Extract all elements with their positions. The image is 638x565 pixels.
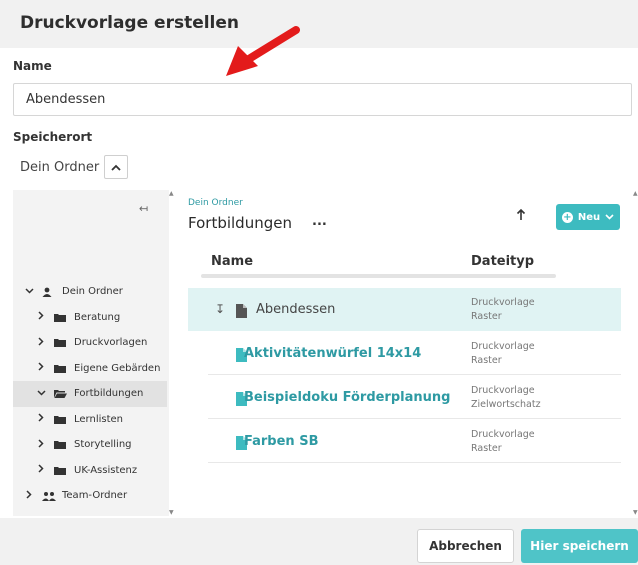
chevron-right-icon[interactable] [36,337,46,349]
breadcrumb[interactable]: Dein Ordner [188,198,243,208]
tree-scrollbar[interactable]: ▲ ▼ [169,190,175,516]
tree-item-label: Beratung [74,311,121,323]
chevron-right-icon[interactable] [24,490,34,502]
scroll-down-icon[interactable]: ▼ [633,509,638,516]
folder-icon [54,312,68,322]
scroll-up-icon[interactable]: ▲ [633,190,638,197]
save-here-button[interactable]: Hier speichern [521,529,638,563]
tree-item-label: Druckvorlagen [74,337,148,349]
tree-item[interactable]: Beratung [13,305,167,331]
tree-item[interactable]: Fortbildungen [13,381,167,407]
move-down-icon: ↧ [215,302,226,316]
file-row[interactable]: Beispieldoku Förderplanung Druckvorlage Zi… [188,376,621,419]
tree-item-label: Eigene Gebärden [74,362,161,374]
name-label: Name [13,59,52,73]
user-icon [42,287,56,297]
arrow-up-icon[interactable] [516,208,526,225]
tree-item[interactable]: Team-Ordner [13,483,167,509]
folder-open-icon [54,389,68,399]
tree-item-label: Lernlisten [74,413,123,425]
dialog-title: Druckvorlage erstellen [20,13,240,33]
column-header-name[interactable]: Name [211,254,253,269]
chevron-down-icon[interactable] [24,286,34,297]
folder-icon [54,363,68,373]
tree-item-label: Fortbildungen [74,388,144,400]
file-name: Beispieldoku Förderplanung [244,390,451,405]
new-button-label: Neu [577,211,601,223]
file-name: Aktivitätenwürfel 14x14 [244,346,422,361]
folder-icon [54,414,68,424]
location-label: Speicherort [13,130,93,144]
chevron-right-icon[interactable] [36,439,46,451]
tree-item[interactable]: Storytelling [13,432,167,458]
tree-item[interactable]: Dein Ordner [13,279,167,305]
cancel-button[interactable]: Abbrechen [417,529,514,563]
current-location: Dein Ordner [20,160,100,175]
folder-title: Fortbildungen [188,214,292,232]
users-icon [42,491,56,501]
folder-tree-panel: ↤ Dein Ordner Beratung Druckvorlagen Eigene… [13,190,169,516]
row-divider [208,374,621,375]
file-type: Druckvorlage Raster [471,429,535,454]
scroll-up-icon[interactable]: ▲ [169,190,174,197]
chevron-right-icon[interactable] [36,464,46,476]
file-row[interactable]: ↧ Abendessen Druckvorlage Raster [188,288,621,331]
dialog-footer: Abbrechen Hier speichern [0,518,638,565]
file-type: Druckvorlage Raster [471,297,535,322]
tree-item-label: Dein Ordner [62,286,123,298]
file-type: Druckvorlage Zielwortschatz [471,385,541,410]
column-header-type[interactable]: Dateityp [471,254,534,269]
header-divider [201,274,556,278]
location-toggle-button[interactable] [104,155,128,179]
file-name: Abendessen [256,302,336,317]
new-button[interactable]: + Neu [556,204,620,230]
row-divider [208,418,621,419]
name-input[interactable] [13,83,632,116]
folder-content: Dein Ordner Fortbildungen ... + Neu Name… [180,190,630,516]
tree-item-label: Storytelling [74,439,132,451]
chevron-right-icon[interactable] [36,362,46,374]
tree-item[interactable]: UK-Assistenz [13,458,167,484]
tree-item-label: Team-Ordner [62,490,128,502]
tree-item-label: UK-Assistenz [74,464,138,476]
dialog-header: Druckvorlage erstellen [0,0,638,48]
content-scrollbar[interactable]: ▲ ▼ [633,190,638,516]
file-icon [236,303,247,322]
chevron-up-icon [111,164,121,171]
plus-circle-icon: + [561,211,573,223]
chevron-down-icon[interactable] [36,388,46,399]
tree-item[interactable]: Druckvorlagen [13,330,167,356]
file-type: Druckvorlage Raster [471,341,535,366]
folder-tree: Dein Ordner Beratung Druckvorlagen Eigene G… [13,279,167,509]
scroll-down-icon[interactable]: ▼ [169,509,174,516]
file-name: Farben SB [244,434,319,449]
folder-icon [54,338,68,348]
red-arrow-annotation [226,26,300,76]
more-options-button[interactable]: ... [312,214,327,229]
chevron-down-icon [605,214,614,220]
tree-item[interactable]: Eigene Gebärden [13,356,167,382]
file-row[interactable]: Aktivitätenwürfel 14x14 Druckvorlage Raste… [188,332,621,375]
chevron-right-icon[interactable] [36,311,46,323]
tree-item[interactable]: Lernlisten [13,407,167,433]
row-divider [208,462,621,463]
folder-icon [54,465,68,475]
file-row[interactable]: Farben SB Druckvorlage Raster [188,420,621,463]
collapse-left-icon[interactable]: ↤ [139,202,148,215]
chevron-right-icon[interactable] [36,413,46,425]
folder-icon [54,440,68,450]
